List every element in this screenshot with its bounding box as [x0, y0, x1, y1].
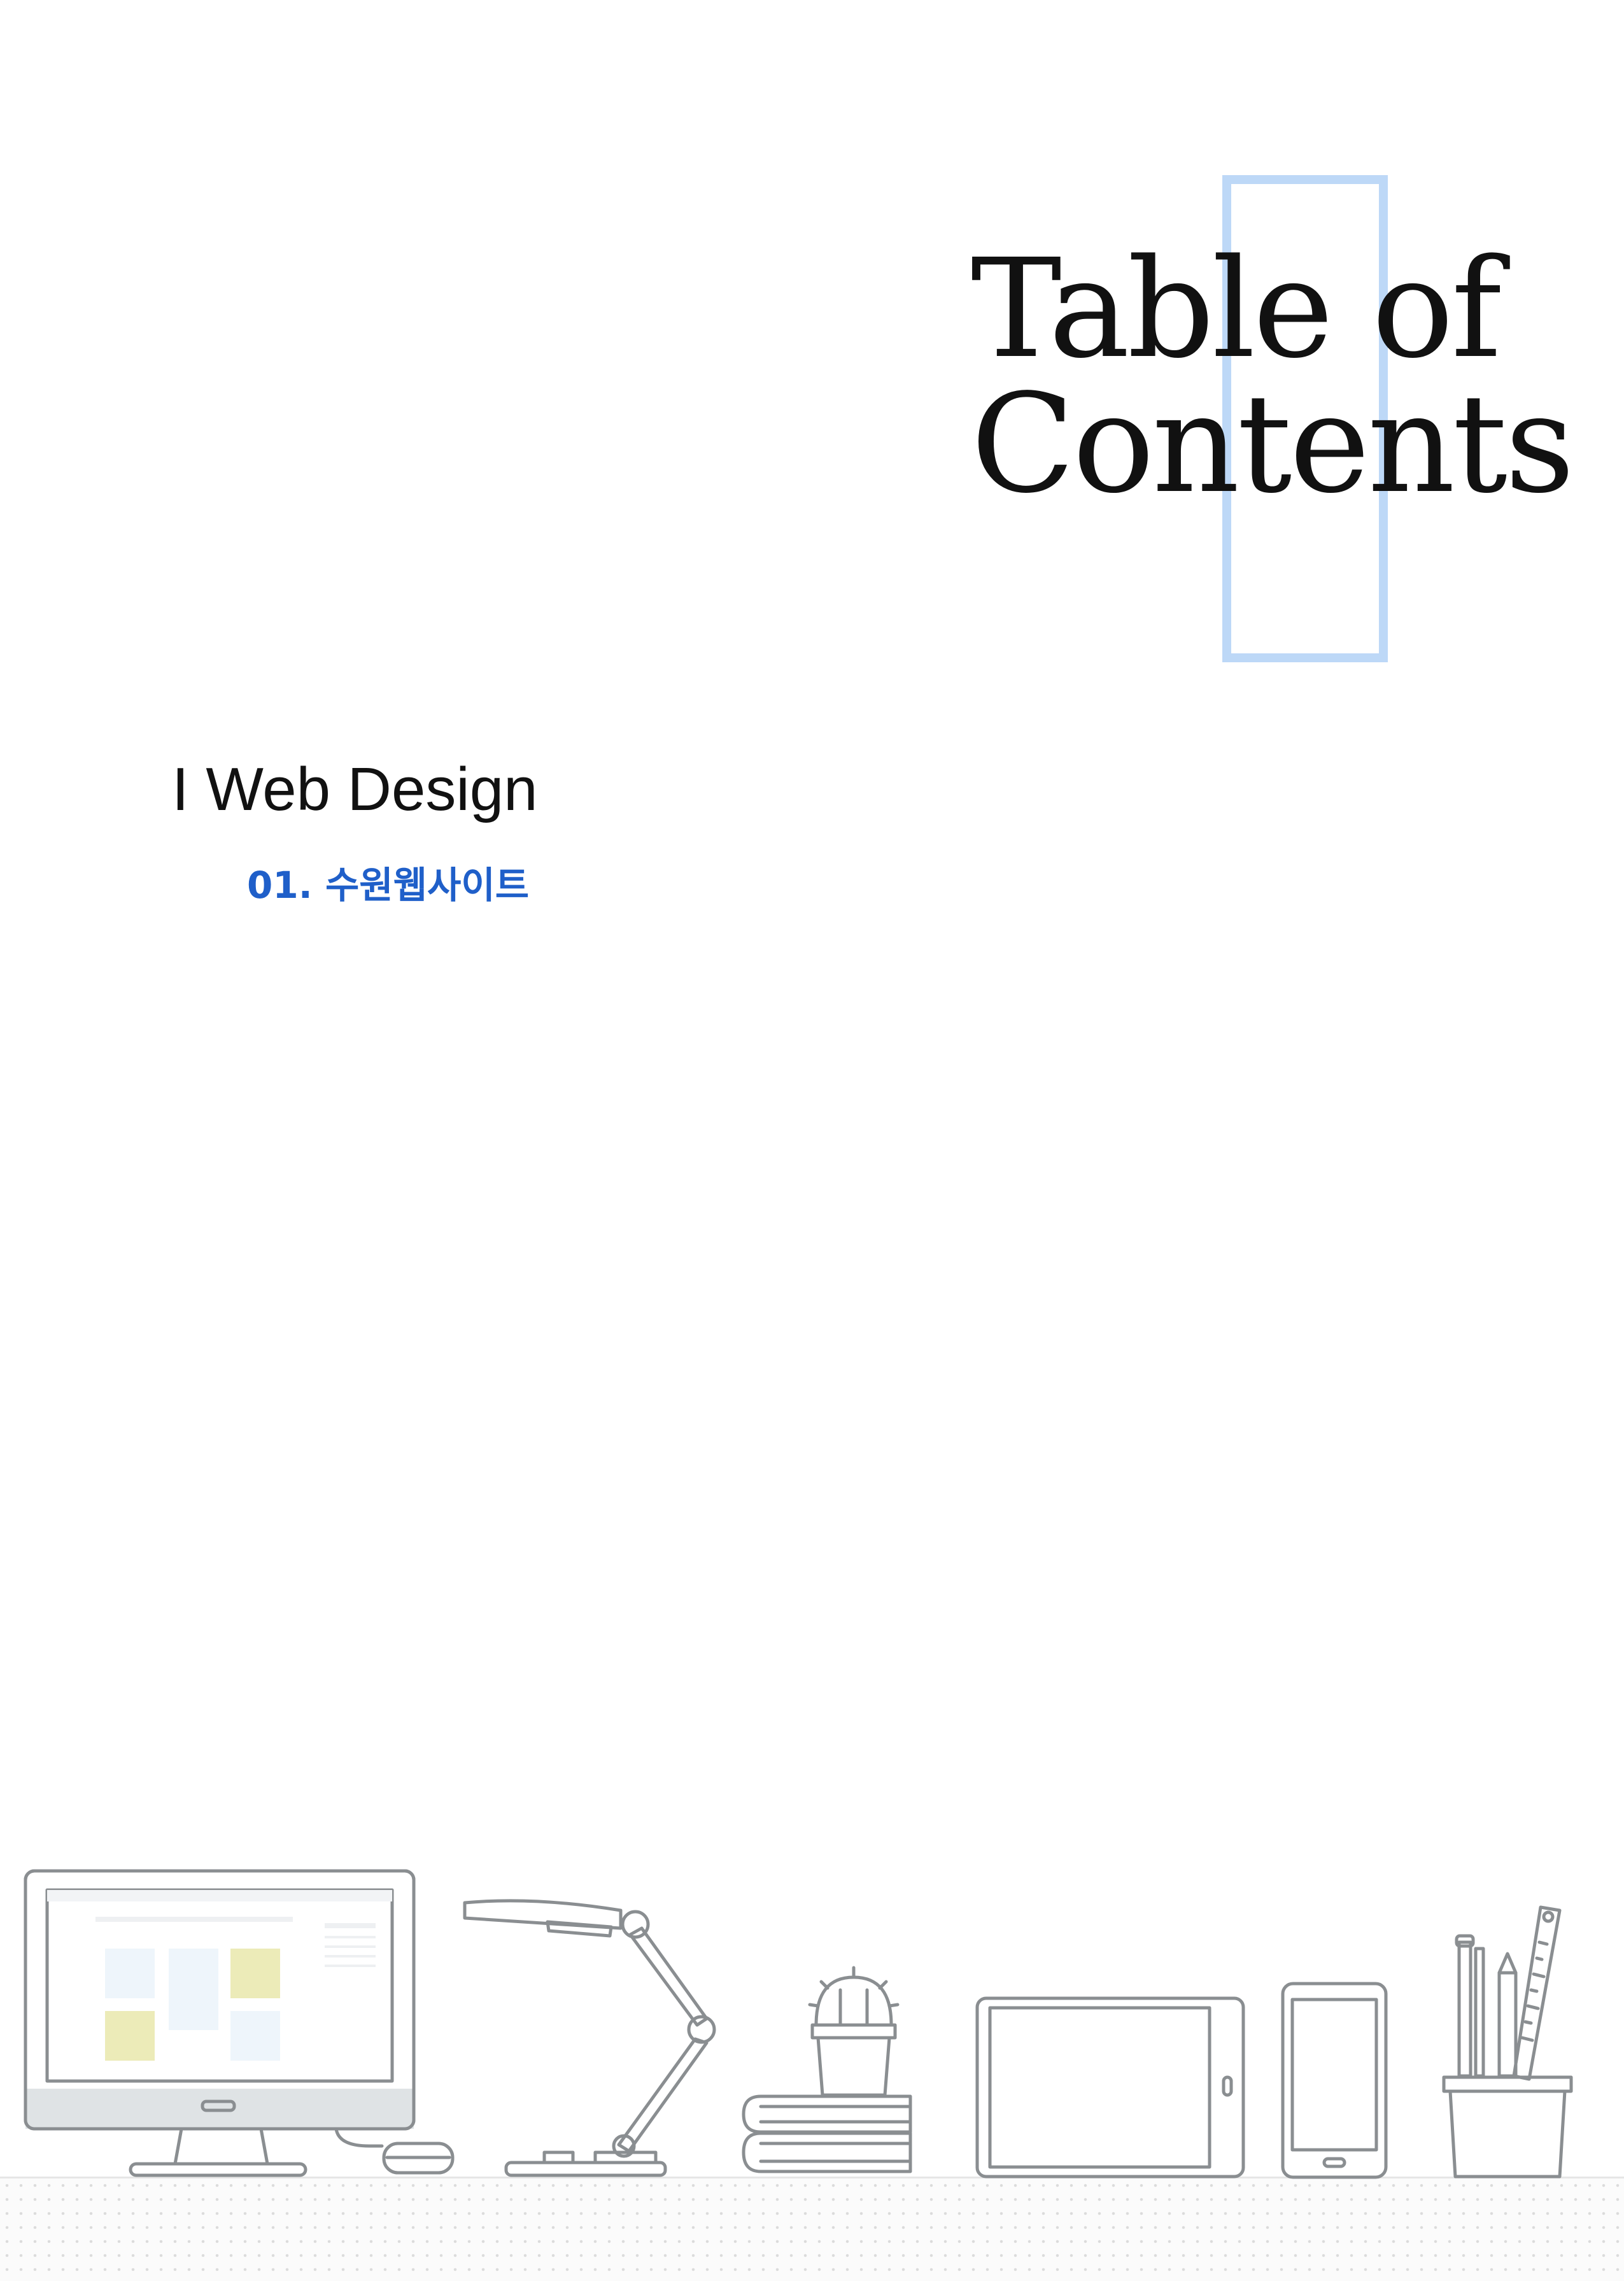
- page-title: Table of Contents: [971, 230, 1575, 523]
- section-heading-web-design: I Web Design: [172, 755, 538, 823]
- monitor-icon: [24, 1869, 416, 2177]
- title-line-1: Table of: [971, 230, 1502, 388]
- desk-illustration: .ln { fill: none; stroke: #8a8e91; strok…: [24, 1869, 1573, 2179]
- smartphone-icon: [1281, 1982, 1388, 2179]
- tablet-icon: [975, 1996, 1245, 2178]
- toc-item-suwon-website[interactable]: 01. 수원웹사이트: [247, 860, 529, 911]
- cactus-icon: [808, 1966, 900, 2097]
- books-icon: [742, 2094, 912, 2173]
- pencil-cup-icon: [1442, 1905, 1573, 2178]
- mouse-icon: [382, 2142, 455, 2175]
- title-line-2: Contents: [971, 365, 1575, 523]
- desk-lamp-icon: [463, 1899, 716, 2177]
- page: Table of Contents I Web Design 01. 수원웹사이…: [0, 0, 1624, 2281]
